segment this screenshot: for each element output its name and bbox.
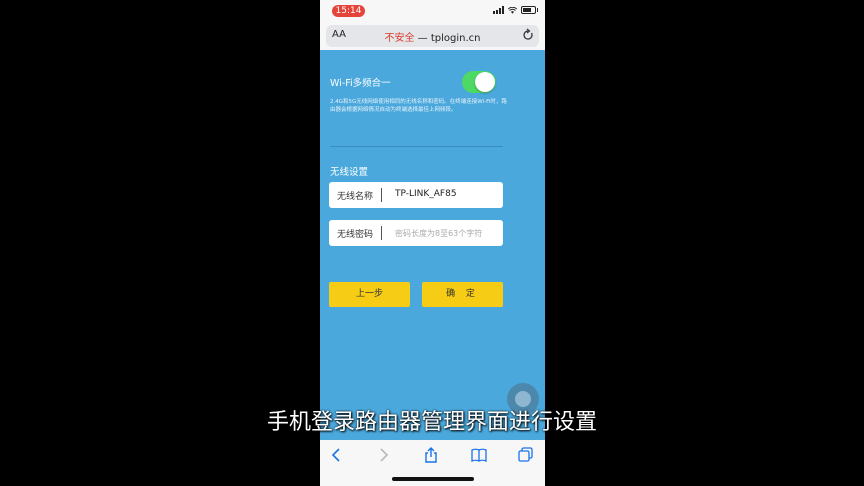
forward-icon[interactable]	[374, 446, 392, 464]
wireless-name-field[interactable]: 无线名称 TP-LINK_AF85	[329, 182, 503, 208]
wifi-merge-description: 2.4G和5G无线网络使用相同的无线名称和密码。在终端连接Wi-Fi时，路由器会…	[330, 99, 507, 113]
section-divider	[330, 146, 503, 147]
home-indicator	[392, 477, 474, 481]
wireless-name-label: 无线名称	[337, 192, 374, 202]
wifi-merge-title: Wi-Fi多频合一	[330, 78, 391, 89]
router-setup-page: Wi-Fi多频合一 2.4G和5G无线网络使用相同的无线名称和密码。在终端连接W…	[320, 50, 545, 440]
field-separator	[381, 188, 382, 202]
status-icons	[493, 6, 538, 14]
url-field[interactable]: AA 不安全 — tplogin.cn	[326, 25, 539, 47]
previous-step-button[interactable]: 上一步	[329, 282, 410, 307]
reload-icon[interactable]	[522, 28, 534, 42]
tabs-icon[interactable]	[517, 446, 535, 464]
browser-toolbar	[320, 440, 545, 486]
back-icon[interactable]	[328, 446, 346, 464]
security-warning: 不安全	[384, 33, 415, 44]
battery-icon	[521, 6, 538, 14]
url-separator: —	[414, 33, 431, 44]
status-bar: 15:14	[320, 0, 545, 22]
status-time: 15:14	[332, 5, 365, 17]
url-domain: tplogin.cn	[430, 33, 481, 44]
signal-icon	[493, 6, 504, 14]
field-separator	[381, 226, 382, 240]
wireless-password-field[interactable]: 无线密码 密码长度为8至63个字符	[329, 220, 503, 246]
video-caption: 手机登录路由器管理界面进行设置	[266, 410, 597, 435]
url-text[interactable]: 不安全 — tplogin.cn	[326, 29, 539, 44]
wireless-settings-title: 无线设置	[330, 167, 369, 178]
wifi-merge-toggle[interactable]	[462, 71, 496, 93]
wireless-password-input[interactable]: 密码长度为8至63个字符	[395, 228, 482, 239]
browser-address-bar: AA 不安全 — tplogin.cn	[320, 22, 545, 50]
confirm-button[interactable]: 确 定	[422, 282, 503, 307]
wireless-password-label: 无线密码	[337, 230, 374, 240]
bookmarks-icon[interactable]	[470, 446, 488, 464]
wifi-icon	[508, 6, 517, 14]
wireless-name-input[interactable]: TP-LINK_AF85	[395, 189, 457, 199]
toggle-knob	[475, 72, 495, 92]
share-icon[interactable]	[422, 446, 440, 464]
